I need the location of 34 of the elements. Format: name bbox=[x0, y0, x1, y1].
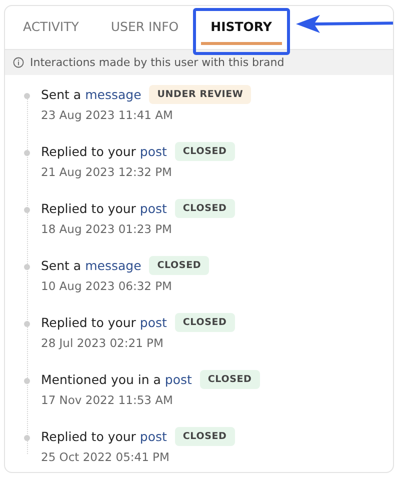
status-label: CLOSED bbox=[174, 199, 235, 218]
activity-text: Sent a message bbox=[41, 87, 142, 102]
status-label: CLOSED bbox=[149, 256, 210, 275]
timestamp: 25 Oct 2022 05:41 PM bbox=[41, 450, 170, 464]
activity-text: Replied to your post bbox=[41, 429, 167, 444]
activity-link[interactable]: message bbox=[85, 258, 142, 273]
tab[interactable]: USER INFO bbox=[100, 6, 189, 45]
activity-link[interactable]: post bbox=[140, 201, 167, 216]
activity-text: Replied to your post bbox=[41, 201, 167, 216]
activity-text: Mentioned you in a post bbox=[41, 372, 192, 387]
activity-link[interactable]: post bbox=[140, 315, 167, 330]
activity-link[interactable]: post bbox=[140, 429, 167, 444]
timestamp: 10 Aug 2023 06:32 PM bbox=[41, 279, 173, 293]
info-text: Interactions made by this user with this brand bbox=[30, 56, 284, 69]
status-label: UNDER REVIEW bbox=[149, 85, 252, 104]
activity-link[interactable]: post bbox=[140, 144, 167, 159]
status-label: CLOSED bbox=[174, 427, 235, 446]
activity-text: Sent a message bbox=[41, 258, 142, 273]
timestamp: 28 Jul 2023 02:21 PM bbox=[41, 336, 164, 350]
timestamp: 17 Nov 2022 11:53 AM bbox=[41, 393, 174, 407]
timestamp: 21 Aug 2023 12:32 PM bbox=[41, 165, 173, 179]
status-label: CLOSED bbox=[200, 370, 260, 389]
tab[interactable]: HISTORY bbox=[200, 6, 282, 45]
activity-text: Replied to your post bbox=[41, 144, 167, 159]
activity-text: Replied to your post bbox=[41, 315, 167, 330]
timestamp: 23 Aug 2023 11:41 AM bbox=[41, 108, 174, 122]
arrow-icon bbox=[294, 14, 393, 34]
info-icon bbox=[13, 57, 24, 68]
timestamp: 18 Aug 2023 01:23 PM bbox=[41, 222, 173, 236]
activity-link[interactable]: post bbox=[164, 372, 192, 387]
tab[interactable]: ACTIVITY bbox=[13, 6, 89, 45]
status-label: CLOSED bbox=[174, 313, 235, 332]
status-label: CLOSED bbox=[174, 142, 235, 161]
activity-link[interactable]: message bbox=[85, 87, 142, 102]
